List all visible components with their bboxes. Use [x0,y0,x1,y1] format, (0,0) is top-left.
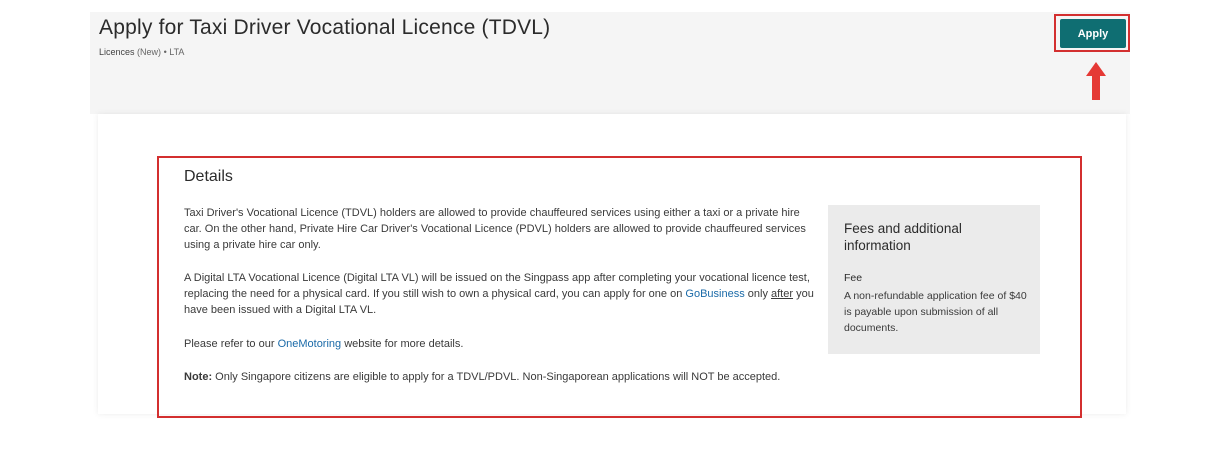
emphasis-after: after [771,288,794,300]
details-paragraph-tdvl: Taxi Driver's Vocational Licence (TDVL) … [184,207,806,251]
gobusiness-link[interactable]: GoBusiness [685,288,744,300]
note-text: Only Singapore citizens are eligible to … [212,371,781,383]
breadcrumb-agency: LTA [169,47,185,57]
details-note: Note: Only Singapore citizens are eligib… [184,369,816,385]
breadcrumb-status: (New) [137,47,162,57]
onemotoring-link[interactable]: OneMotoring [278,338,342,350]
apply-button[interactable]: Apply [1060,19,1126,48]
text-segment: Please refer to our [184,338,278,350]
details-paragraph-digital-vl: A Digital LTA Vocational Licence (Digita… [184,270,816,318]
text-segment: only [744,288,771,300]
breadcrumb-separator: • [163,47,167,57]
fees-title: Fees and additional information [844,221,962,253]
details-paragraph-onemotoring: Please refer to our OneMotoring website … [184,336,816,352]
arrow-up-icon [1086,62,1106,100]
fees-panel: Fees and additional information Fee A no… [828,205,1040,354]
text-segment: website for more details. [341,338,464,350]
breadcrumb-category[interactable]: Licences [99,47,135,57]
fee-label: Fee [844,272,863,284]
page-title: Apply for Taxi Driver Vocational Licence… [99,16,551,39]
note-label: Note: [184,371,213,383]
fee-text: A non-refundable application fee of $40 … [844,290,1027,334]
page-header: Apply for Taxi Driver Vocational Licence… [90,12,1130,114]
breadcrumb: Licences (New) • LTA [99,47,184,57]
details-heading: Details [184,168,233,185]
